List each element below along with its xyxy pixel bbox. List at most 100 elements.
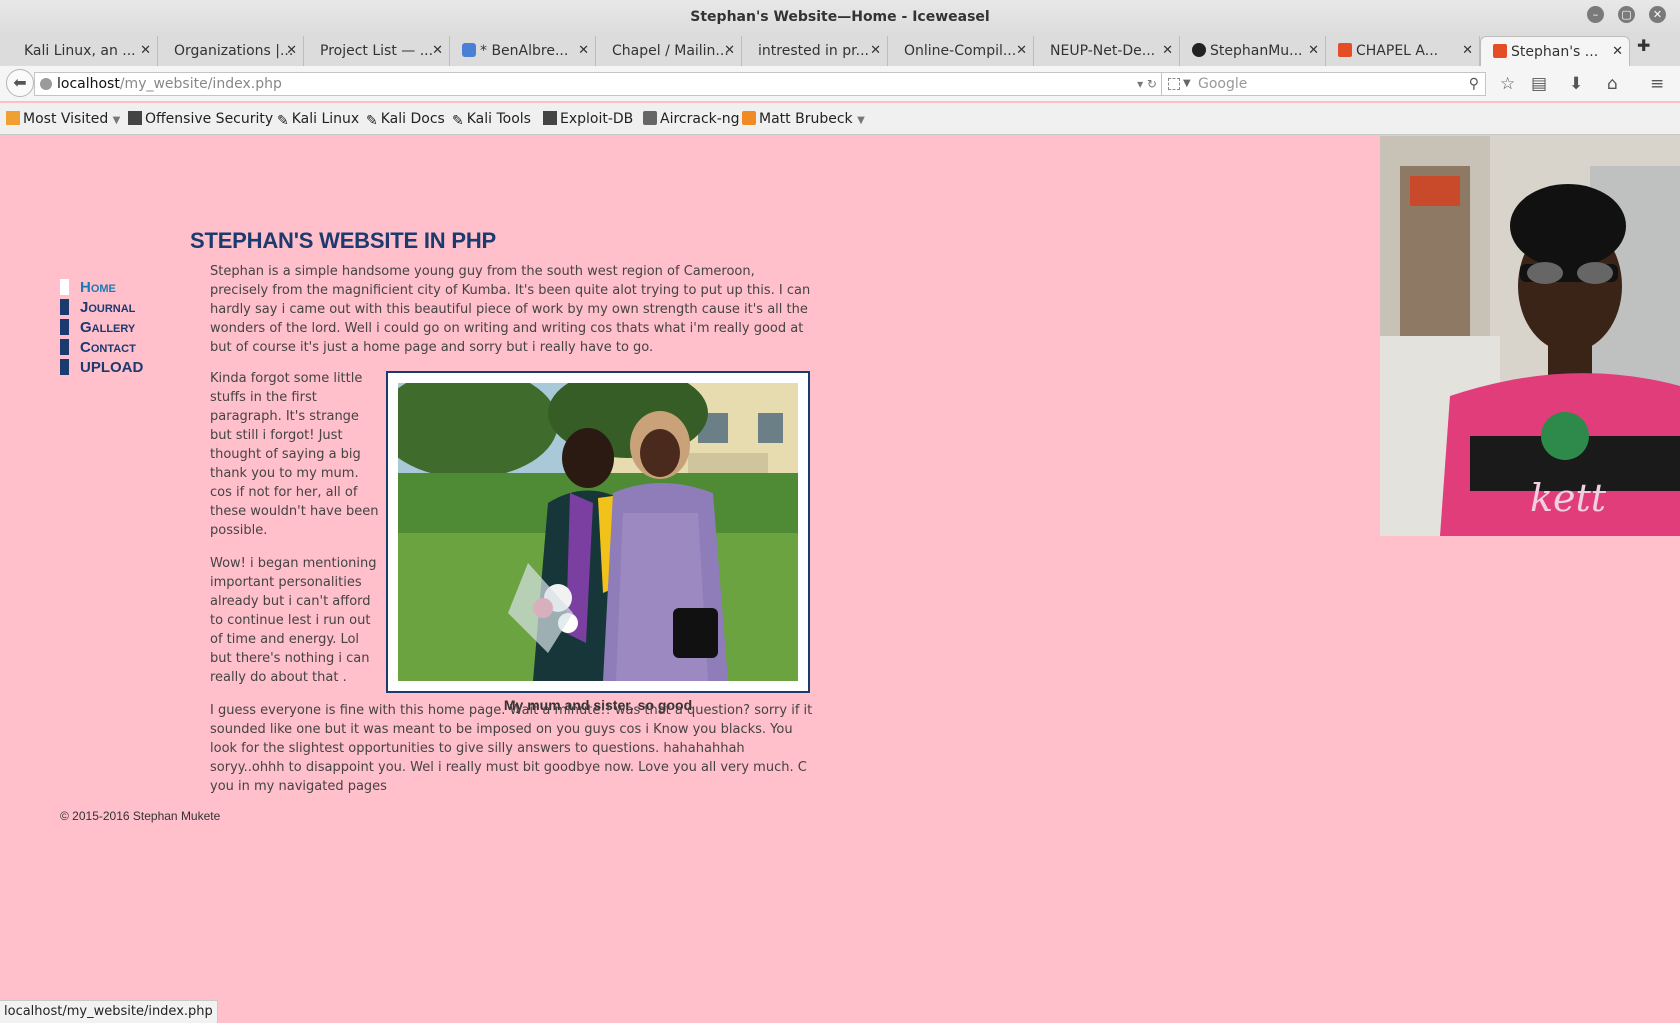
kali-dragon-icon: ✎ — [277, 113, 289, 129]
nav-item-contact[interactable]: Contact — [60, 338, 143, 358]
bookmarks-toolbar: Most Visited ▼ Offensive Security ✎ Kali … — [0, 103, 1680, 135]
close-window-icon[interactable]: ✕ — [1649, 6, 1666, 23]
tab[interactable]: Online-Compil... ✕ — [888, 36, 1034, 66]
site-nav: Home Journal Gallery Contact UPLOAD — [60, 278, 143, 378]
back-button[interactable]: ⬅ — [6, 69, 34, 97]
close-tab-icon[interactable]: ✕ — [1308, 36, 1319, 66]
paragraph-thanks: Kinda forgot some little stuffs in the f… — [210, 371, 379, 538]
nav-label: Gallery — [80, 319, 136, 336]
tab[interactable]: intrested in pr... ✕ — [742, 36, 888, 66]
url-bar[interactable]: localhost/my_website/index.php ▾ ↻ — [34, 72, 1164, 96]
nav-item-journal[interactable]: Journal — [60, 298, 143, 318]
tab-label: Online-Compil... — [904, 43, 1017, 59]
close-tab-icon[interactable]: ✕ — [1016, 36, 1027, 66]
close-tab-icon[interactable]: ✕ — [1462, 36, 1473, 66]
close-tab-icon[interactable]: ✕ — [870, 36, 881, 66]
close-tab-icon[interactable]: ✕ — [432, 36, 443, 66]
tab[interactable]: Chapel / Mailin... ✕ — [596, 36, 742, 66]
bookmark-star-icon[interactable]: ☆ — [1500, 74, 1515, 94]
intro-paragraph: Stephan is a simple handsome young guy f… — [210, 264, 811, 355]
bookmark-label: Kali Linux — [291, 111, 360, 127]
offsec-icon — [128, 111, 142, 125]
nav-item-upload[interactable]: UPLOAD — [60, 358, 143, 378]
bookmark-offensive-security[interactable]: Offensive Security — [128, 103, 273, 135]
tab-label: * BenAlbre... — [480, 43, 569, 59]
web-page: STEPHAN'S WEBSITE IN PHP Home Journal Ga… — [0, 136, 1680, 1023]
github-icon — [1192, 43, 1206, 57]
search-input[interactable]: ▼ Google ⚲ — [1161, 72, 1486, 96]
reading-list-icon[interactable]: ▤ — [1531, 74, 1547, 94]
paragraph-goodbye: I guess everyone is fine with this home … — [210, 703, 813, 794]
nav-item-gallery[interactable]: Gallery — [60, 318, 143, 338]
nav-bullet — [60, 339, 69, 355]
bookmark-label: Matt Brubeck — [759, 111, 853, 127]
nav-bullet — [60, 299, 69, 315]
close-tab-icon[interactable]: ✕ — [286, 36, 297, 66]
nav-label: UPLOAD — [80, 359, 144, 376]
bookmark-aircrack-ng[interactable]: Aircrack-ng — [643, 103, 740, 135]
tab-label: Kali Linux, an ... — [24, 43, 136, 59]
tab-label: Organizations |... — [174, 43, 294, 59]
tab[interactable]: NEUP-Net-De... ✕ — [1034, 36, 1180, 66]
nav-bullet — [60, 279, 69, 295]
window-title: Stephan's Website—Home - Iceweasel — [690, 9, 990, 25]
bookmark-kali-tools[interactable]: ✎ Kali Tools — [452, 103, 531, 135]
search-icon[interactable]: ⚲ — [1469, 73, 1479, 95]
nav-item-home[interactable]: Home — [60, 278, 143, 298]
navigation-toolbar: ⬅ localhost/my_website/index.php ▾ ↻ ▼ G… — [0, 66, 1680, 102]
tab[interactable]: StephanMu... ✕ — [1180, 36, 1326, 66]
paragraph-personalities: Wow! i began mentioning important person… — [210, 556, 377, 685]
close-tab-icon[interactable]: ✕ — [1612, 37, 1623, 66]
tab[interactable]: CHAPEL A... ✕ — [1326, 36, 1480, 66]
nav-bullet — [60, 319, 69, 335]
tab-active[interactable]: Stephan's ... ✕ — [1480, 36, 1630, 66]
tab[interactable]: Kali Linux, an ... ✕ — [8, 36, 158, 66]
status-bar: localhost/my_website/index.php — [0, 1000, 218, 1023]
kali-dragon-icon: ✎ — [452, 113, 464, 129]
page-title: STEPHAN'S WEBSITE IN PHP — [190, 228, 497, 253]
chevron-down-icon[interactable]: ▼ — [1183, 73, 1191, 95]
tab-label: intrested in pr... — [758, 43, 869, 59]
window-titlebar: Stephan's Website—Home - Iceweasel – ▢ ✕ — [0, 0, 1680, 34]
bookmark-label: Kali Docs — [380, 111, 445, 127]
nav-label: Journal — [80, 299, 136, 316]
bookmark-label: Aircrack-ng — [660, 111, 740, 127]
bookmark-most-visited[interactable]: Most Visited ▼ — [6, 103, 120, 137]
kali-dragon-icon: ✎ — [366, 113, 378, 129]
bookmark-matt-brubeck[interactable]: Matt Brubeck ▼ — [742, 103, 865, 137]
tab[interactable]: Project List — ... ✕ — [304, 36, 450, 66]
bookmark-label: Offensive Security — [145, 111, 274, 127]
bookmark-kali-linux[interactable]: ✎ Kali Linux — [277, 103, 359, 135]
tab[interactable]: Organizations |... ✕ — [158, 36, 304, 66]
new-tab-icon[interactable]: ✚ — [1637, 36, 1650, 55]
bookmark-label: Kali Tools — [466, 111, 531, 127]
shirt-logo-text: kett — [1530, 476, 1607, 520]
tab-label: Stephan's ... — [1511, 44, 1599, 60]
home-icon[interactable]: ⌂ — [1607, 74, 1618, 94]
html5-icon — [1338, 43, 1352, 57]
minimize-icon[interactable]: – — [1587, 6, 1604, 23]
tab-bar: Kali Linux, an ... ✕ Organizations |... ✕ … — [0, 34, 1680, 66]
close-tab-icon[interactable]: ✕ — [724, 36, 735, 66]
nav-label: Home — [80, 279, 116, 296]
bookmark-exploit-db[interactable]: Exploit-DB — [543, 103, 633, 135]
close-tab-icon[interactable]: ✕ — [578, 36, 589, 66]
bookmark-kali-docs[interactable]: ✎ Kali Docs — [366, 103, 445, 135]
download-icon[interactable]: ⬇ — [1569, 74, 1583, 94]
maximize-icon[interactable]: ▢ — [1618, 6, 1635, 23]
exploit-db-icon — [543, 111, 557, 125]
tab-label: NEUP-Net-De... — [1050, 43, 1156, 59]
url-host: localhost — [57, 76, 120, 92]
copyright-footer: © 2015-2016 Stephan Mukete — [60, 809, 221, 823]
search-engine-icon[interactable] — [1168, 78, 1180, 90]
close-tab-icon[interactable]: ✕ — [1162, 36, 1173, 66]
family-photo-frame — [386, 371, 810, 693]
bookmark-label: Exploit-DB — [560, 111, 634, 127]
tab[interactable]: * BenAlbre... ✕ — [450, 36, 596, 66]
nav-label: Contact — [80, 339, 136, 356]
bookmark-label: Most Visited — [23, 111, 109, 127]
close-tab-icon[interactable]: ✕ — [140, 36, 151, 66]
chevron-down-icon: ▼ — [857, 115, 865, 126]
menu-icon[interactable]: ≡ — [1650, 74, 1664, 94]
reload-icon[interactable]: ▾ ↻ — [1137, 73, 1157, 95]
